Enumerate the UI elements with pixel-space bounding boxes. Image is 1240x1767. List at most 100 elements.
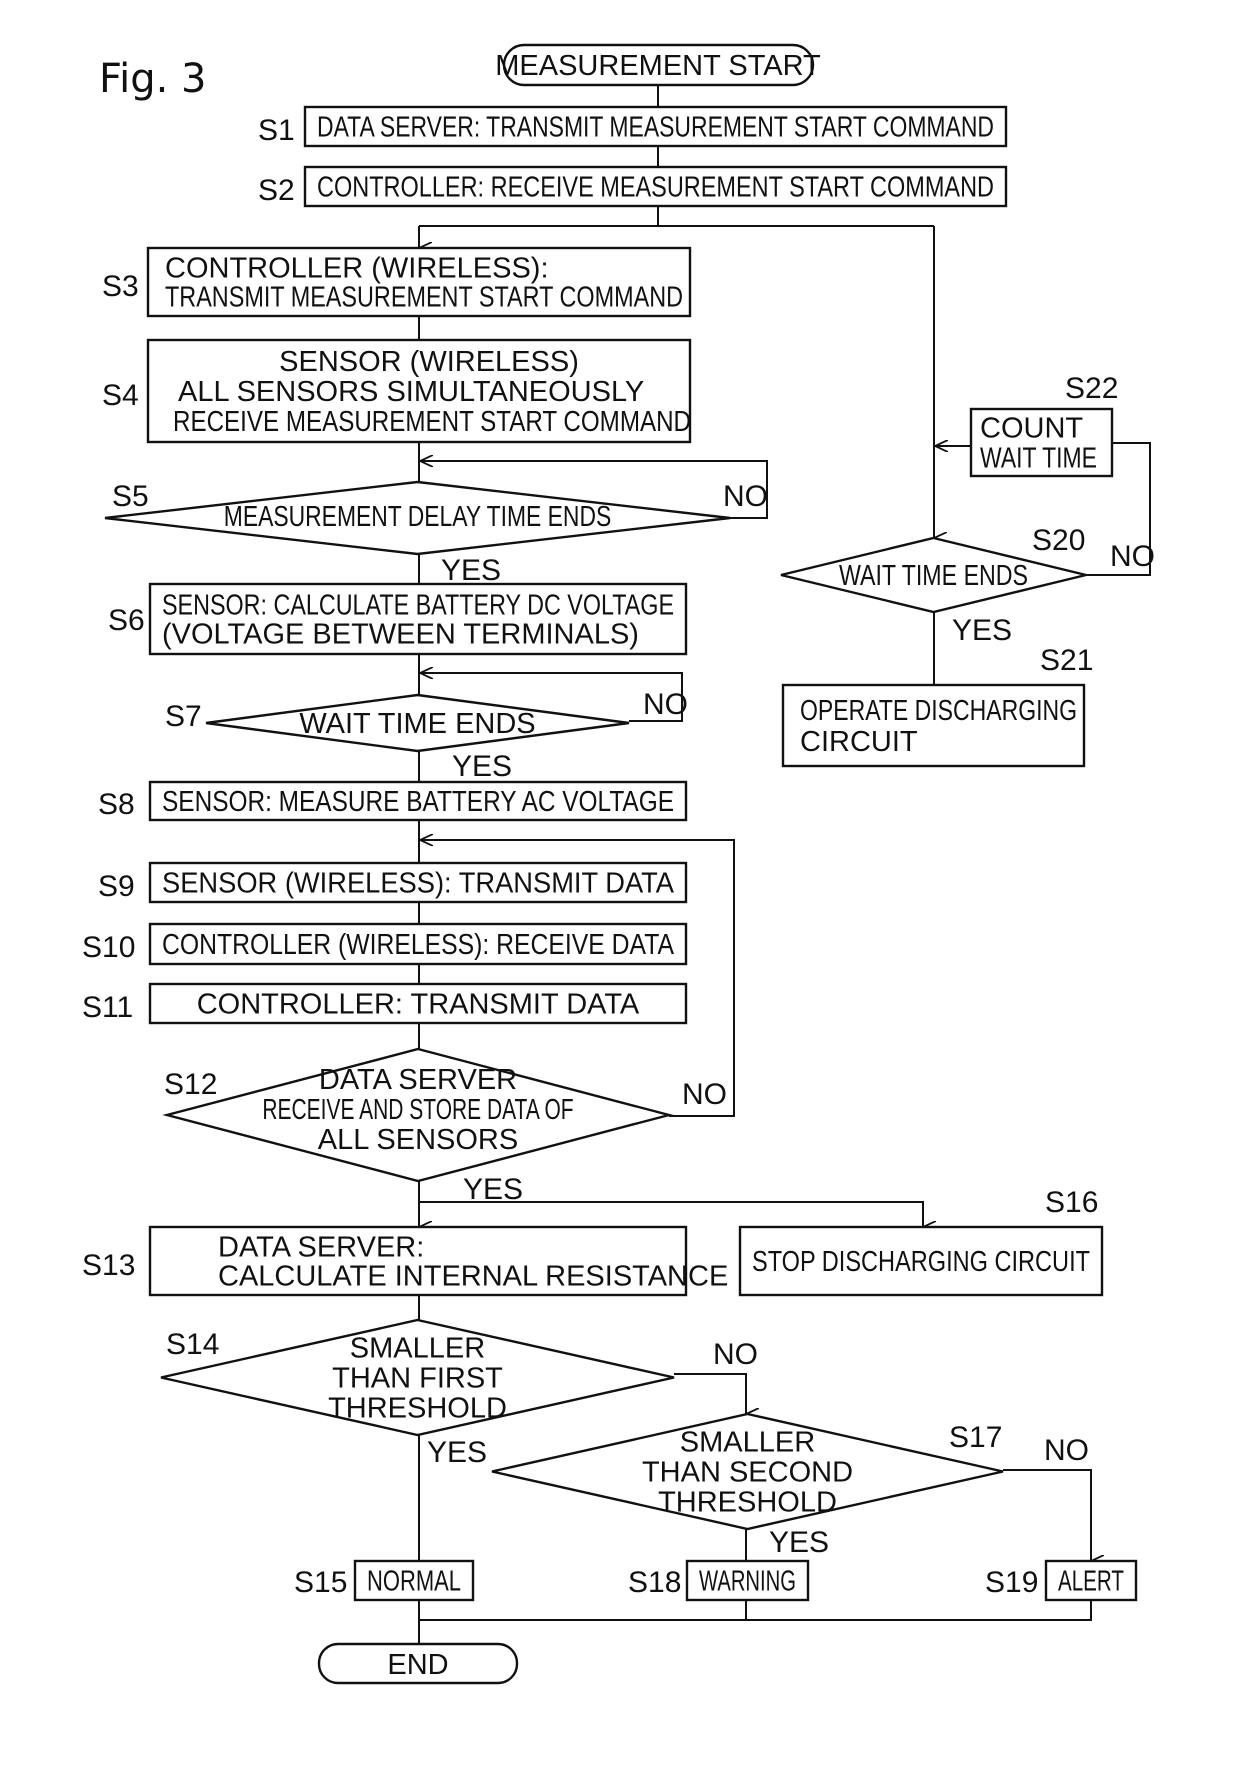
step-s4: S4 SENSOR (WIRELESS)ALL SENSORS SIMULTANE… (102, 338, 692, 444)
step-text-s17: SMALLER (680, 1427, 815, 1459)
step-text-s4: ALL SENSORS SIMULTANEOUSLY (178, 376, 644, 408)
step-text-s17: THRESHOLD (658, 1487, 837, 1519)
step-s13: S13 DATA SERVER:CALCULATE INTERNAL RESIST… (82, 1225, 728, 1297)
step-text-s14: THRESHOLD (328, 1393, 507, 1425)
step-id-s9: S9 (98, 870, 135, 903)
step-text-s13: DATA SERVER: (218, 1232, 424, 1264)
s12-no-label: NO (682, 1078, 727, 1111)
step-s12: S12 DATA SERVERRECEIVE AND STORE DATA OFA… (162, 1047, 674, 1183)
s14-no-label: NO (713, 1338, 758, 1371)
step-id-s17: S17 (949, 1421, 1002, 1454)
step-text-s6: SENSOR: CALCULATE BATTERY DC VOLTAGE (162, 590, 674, 622)
step-text-s20: WAIT TIME ENDS (839, 560, 1028, 592)
step-id-s12: S12 (164, 1068, 217, 1101)
step-s11: S11 CONTROLLER: TRANSMIT DATA (82, 982, 688, 1025)
step-id-s14: S14 (166, 1328, 219, 1361)
terminal-end-label: END (387, 1649, 448, 1681)
step-s15: S15 NORMAL (294, 1559, 475, 1602)
step-id-s1: S1 (258, 114, 295, 147)
step-id-s6: S6 (108, 604, 145, 637)
step-text-s12: RECEIVE AND STORE DATA OF (262, 1094, 573, 1126)
step-text-s5: MEASUREMENT DELAY TIME ENDS (224, 501, 612, 533)
step-id-s21: S21 (1040, 644, 1093, 677)
step-text-s3: CONTROLLER (WIRELESS): (165, 253, 549, 285)
step-text-s14: THAN FIRST (332, 1363, 503, 1395)
step-text-s18: WARNING (699, 1566, 796, 1598)
connector-s19-join (419, 1600, 1092, 1621)
step-text-s11: CONTROLLER: TRANSMIT DATA (197, 989, 640, 1021)
step-id-s15: S15 (294, 1566, 347, 1599)
step-text-s17: THAN SECOND (642, 1457, 853, 1489)
step-s10: S10 CONTROLLER (WIRELESS): RECEIVE DATA (82, 922, 688, 966)
step-id-s18: S18 (628, 1566, 681, 1599)
s17-yes-label: YES (769, 1526, 829, 1559)
step-s3: S3 CONTROLLER (WIRELESS):TRANSMIT MEASURE… (102, 246, 692, 318)
step-s18: S18 WARNING (628, 1559, 810, 1602)
step-text-s9: SENSOR (WIRELESS): TRANSMIT DATA (162, 868, 675, 900)
step-id-s2: S2 (258, 174, 295, 207)
s17-no-label: NO (1044, 1434, 1089, 1467)
arrow-s17-no-to-s19 (1003, 1469, 1091, 1561)
step-s14: S14 SMALLERTHAN FIRSTTHRESHOLD (160, 1318, 675, 1437)
step-id-s22: S22 (1065, 372, 1118, 405)
step-text-s7: WAIT TIME ENDS (299, 708, 535, 740)
step-id-s7: S7 (165, 700, 202, 733)
step-text-s19: ALERT (1058, 1566, 1124, 1598)
step-id-s10: S10 (82, 931, 135, 964)
step-s5: S5 MEASUREMENT DELAY TIME ENDS (104, 480, 731, 556)
step-text-s12: ALL SENSORS (318, 1124, 518, 1156)
step-text-s15: NORMAL (367, 1566, 461, 1598)
step-text-s10: CONTROLLER (WIRELESS): RECEIVE DATA (162, 929, 675, 961)
s12-yes-label: YES (463, 1173, 523, 1206)
step-text-s22: WAIT TIME (980, 443, 1097, 475)
step-s6: S6 SENSOR: CALCULATE BATTERY DC VOLTAGE(V… (108, 582, 688, 656)
step-text-s21: OPERATE DISCHARGING (800, 695, 1077, 727)
flowchart-nodes: S1 DATA SERVER: TRANSMIT MEASUREMENT STAR… (82, 105, 1138, 1602)
step-text-s12: DATA SERVER (319, 1064, 517, 1096)
step-id-s4: S4 (102, 379, 139, 412)
step-id-s11: S11 (82, 991, 133, 1024)
step-text-s6: (VOLTAGE BETWEEN TERMINALS) (162, 619, 639, 651)
arrow-s14-no-to-s17 (674, 1373, 746, 1414)
s5-no-label: NO (723, 480, 768, 513)
step-text-s16: STOP DISCHARGING CIRCUIT (752, 1246, 1090, 1278)
step-text-s21: CIRCUIT (800, 726, 918, 758)
step-id-s13: S13 (82, 1249, 135, 1282)
terminal-start: MEASUREMENT START (495, 43, 821, 87)
step-id-s19: S19 (985, 1566, 1038, 1599)
step-id-s8: S8 (98, 788, 135, 821)
step-text-s8: SENSOR: MEASURE BATTERY AC VOLTAGE (162, 786, 674, 818)
step-s9: S9 SENSOR (WIRELESS): TRANSMIT DATA (98, 861, 688, 904)
s20-yes-label: YES (952, 614, 1012, 647)
step-text-s4: SENSOR (WIRELESS) (279, 346, 579, 378)
step-text-s1: DATA SERVER: TRANSMIT MEASUREMENT START … (317, 112, 994, 144)
step-s7: S7 WAIT TIME ENDS (165, 693, 630, 753)
step-text-s22: COUNT (980, 413, 1083, 445)
step-id-s3: S3 (102, 270, 139, 303)
s20-no-label: NO (1110, 540, 1155, 573)
step-s17: S17 SMALLERTHAN SECONDTHRESHOLD (491, 1412, 1004, 1531)
flowchart: Fig. 3 MEASUREMENT START END S1 DATA SER… (82, 43, 1155, 1685)
step-s22: S22 COUNTWAIT TIME (969, 372, 1118, 478)
step-text-s14: SMALLER (350, 1333, 485, 1365)
step-text-s13: CALCULATE INTERNAL RESISTANCE (218, 1261, 728, 1293)
s5-yes-label: YES (441, 554, 501, 587)
step-s2: S2 CONTROLLER: RECEIVE MEASUREMENT START … (258, 165, 1008, 208)
s7-no-label: NO (643, 688, 688, 721)
step-text-s3: TRANSMIT MEASUREMENT START COMMAND (165, 282, 683, 314)
step-text-s4: RECEIVE MEASUREMENT START COMMAND (173, 406, 691, 438)
figure-title: Fig. 3 (99, 56, 206, 102)
step-id-s20: S20 (1032, 524, 1085, 557)
step-id-s5: S5 (112, 480, 149, 513)
step-id-s16: S16 (1045, 1186, 1098, 1219)
s14-yes-label: YES (427, 1436, 487, 1469)
terminal-start-label: MEASUREMENT START (495, 50, 821, 82)
step-s19: S19 ALERT (985, 1559, 1138, 1602)
s7-yes-label: YES (452, 750, 512, 783)
step-s20: S20WAIT TIME ENDS (780, 524, 1087, 614)
step-text-s2: CONTROLLER: RECEIVE MEASUREMENT START CO… (317, 172, 994, 204)
terminal-end: END (317, 1642, 519, 1685)
step-s8: S8 SENSOR: MEASURE BATTERY AC VOLTAGE (98, 780, 688, 822)
step-s1: S1 DATA SERVER: TRANSMIT MEASUREMENT STAR… (258, 105, 1008, 148)
step-s21: S21 OPERATE DISCHARGINGCIRCUIT (781, 644, 1093, 768)
